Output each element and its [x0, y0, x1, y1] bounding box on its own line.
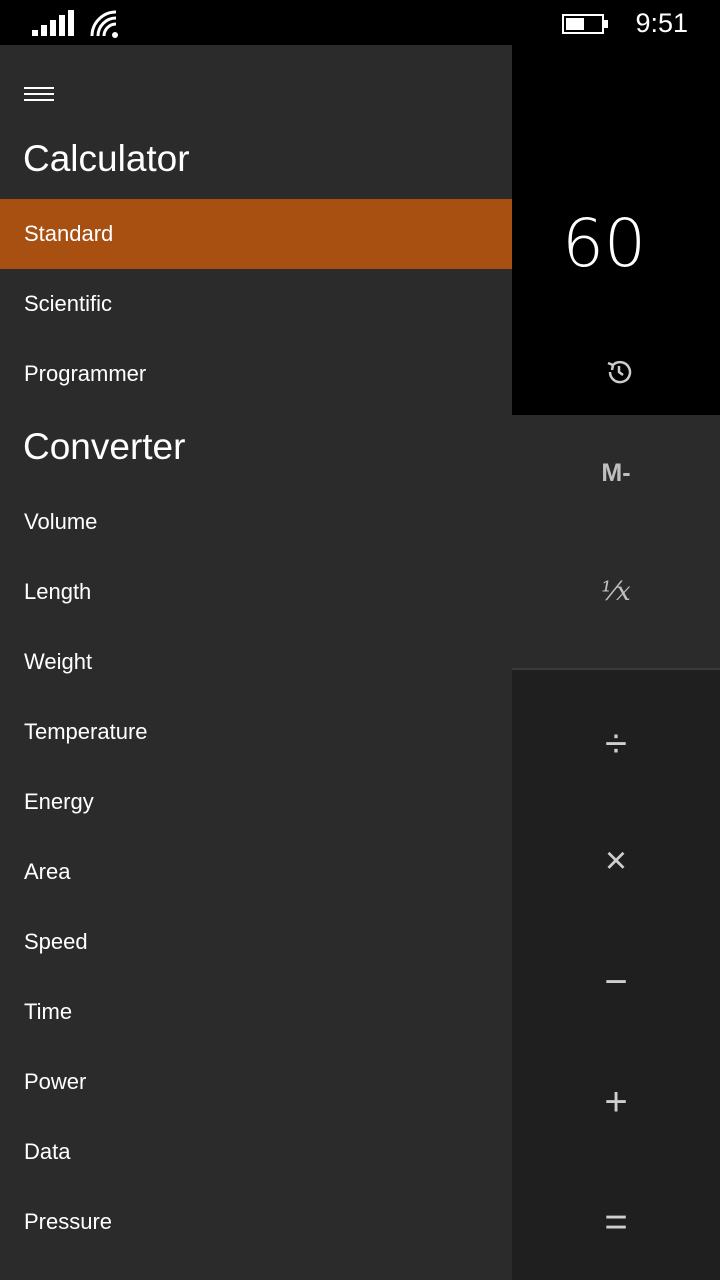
signal-strength-icon — [32, 10, 74, 36]
calculator-panel: 60 M- ¹⁄x ÷ × − + = — [512, 45, 720, 1280]
operator-column: ÷ × − + = — [512, 670, 720, 1280]
nav-item-length[interactable]: Length — [0, 557, 512, 627]
status-bar: 9:51 — [0, 0, 720, 45]
nav-item-area[interactable]: Area — [0, 837, 512, 907]
nav-item-scientific[interactable]: Scientific — [0, 269, 512, 339]
nav-item-programmer[interactable]: Programmer — [0, 339, 512, 409]
nav-item-volume[interactable]: Volume — [0, 487, 512, 557]
subtract-button[interactable]: − — [512, 960, 720, 1005]
reciprocal-button[interactable]: ¹⁄x — [512, 577, 720, 607]
history-icon[interactable] — [604, 357, 634, 387]
nav-item-pressure[interactable]: Pressure — [0, 1187, 512, 1257]
nav-item-weight[interactable]: Weight — [0, 627, 512, 697]
nav-item-standard[interactable]: Standard — [0, 199, 512, 269]
add-button[interactable]: + — [512, 1080, 720, 1125]
converter-section-title: Converter — [23, 426, 186, 467]
divide-button[interactable]: ÷ — [512, 722, 720, 767]
calculator-section-title: Calculator — [23, 138, 190, 179]
nav-item-temperature[interactable]: Temperature — [0, 697, 512, 767]
nav-item-speed[interactable]: Speed — [0, 907, 512, 977]
equals-button[interactable]: = — [512, 1200, 720, 1245]
hamburger-menu-icon[interactable] — [24, 87, 54, 107]
nav-item-data[interactable]: Data — [0, 1117, 512, 1187]
memory-function-area: M- ¹⁄x — [512, 415, 720, 670]
navigation-pane: Calculator Standard Scientific Programme… — [0, 45, 512, 1280]
multiply-button[interactable]: × — [512, 840, 720, 883]
nav-item-time[interactable]: Time — [0, 977, 512, 1047]
display-value: 60 — [562, 205, 646, 282]
status-time: 9:51 — [635, 8, 688, 38]
display-area: 60 — [512, 45, 720, 415]
memory-subtract-button[interactable]: M- — [512, 459, 720, 488]
wifi-icon — [90, 10, 118, 38]
nav-item-power[interactable]: Power — [0, 1047, 512, 1117]
nav-item-energy[interactable]: Energy — [0, 767, 512, 837]
battery-icon — [562, 14, 608, 34]
